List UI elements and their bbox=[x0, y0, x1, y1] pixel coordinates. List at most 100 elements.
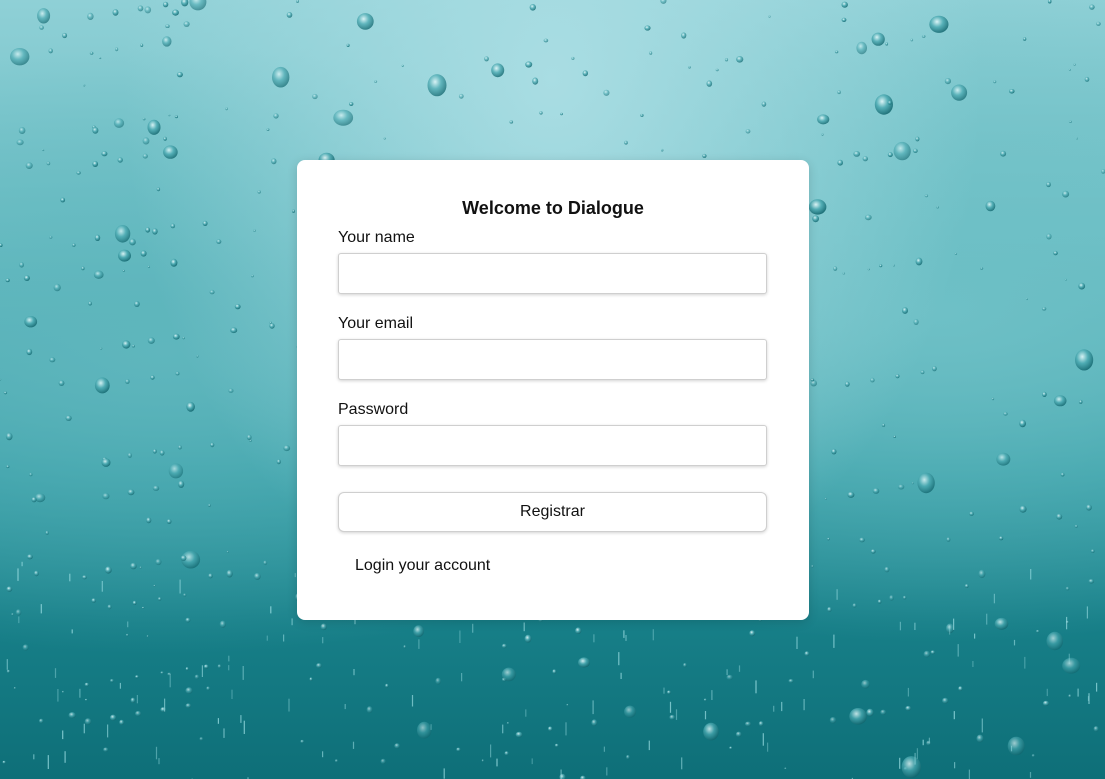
water-drop bbox=[715, 68, 719, 72]
water-drop bbox=[189, 0, 207, 11]
water-drop bbox=[39, 25, 44, 30]
water-drop bbox=[951, 84, 968, 101]
water-drop bbox=[504, 751, 509, 756]
water-drop bbox=[168, 114, 171, 117]
water-drop bbox=[172, 9, 179, 16]
water-drop bbox=[413, 625, 424, 638]
water-drop bbox=[137, 5, 144, 12]
water-drop bbox=[145, 227, 151, 233]
water-drop bbox=[135, 710, 142, 717]
water-drop bbox=[142, 153, 148, 159]
password-label: Password bbox=[338, 401, 409, 418]
water-drop bbox=[87, 12, 94, 20]
water-drop bbox=[1084, 76, 1090, 82]
water-drop bbox=[1003, 411, 1008, 416]
water-drop bbox=[877, 599, 882, 604]
water-drop bbox=[140, 250, 147, 257]
water-drop bbox=[102, 492, 110, 500]
water-drop bbox=[99, 57, 102, 60]
water-drop bbox=[915, 257, 923, 266]
water-drop bbox=[253, 229, 256, 232]
water-drop bbox=[435, 677, 442, 685]
water-drop bbox=[45, 530, 49, 535]
water-drop bbox=[575, 627, 582, 634]
water-drop bbox=[870, 549, 876, 554]
water-drop bbox=[122, 269, 126, 272]
water-drop bbox=[130, 562, 137, 570]
water-drop bbox=[269, 323, 275, 329]
water-drop bbox=[162, 1, 169, 8]
water-drop bbox=[162, 36, 172, 47]
water-drop bbox=[976, 734, 984, 743]
water-drop bbox=[334, 759, 338, 763]
water-drop bbox=[548, 726, 553, 732]
water-drop bbox=[1078, 282, 1086, 290]
water-drop bbox=[1041, 307, 1047, 311]
water-drop bbox=[784, 767, 787, 770]
water-drop bbox=[880, 709, 887, 715]
water-drop bbox=[194, 674, 200, 680]
water-drop bbox=[93, 270, 104, 279]
water-drop bbox=[147, 119, 161, 135]
water-drop bbox=[226, 569, 233, 578]
water-drop bbox=[208, 504, 211, 507]
water-drop bbox=[84, 718, 92, 725]
password-input[interactable] bbox=[338, 425, 767, 466]
water-drop bbox=[88, 301, 92, 306]
water-drop bbox=[53, 283, 61, 292]
name-label: Your name bbox=[338, 229, 415, 246]
register-button[interactable]: Registrar bbox=[338, 492, 767, 532]
water-drop bbox=[374, 80, 378, 83]
water-drop bbox=[276, 459, 281, 465]
water-drop bbox=[827, 607, 832, 612]
water-drop bbox=[856, 41, 867, 55]
water-drop bbox=[1089, 4, 1095, 10]
water-drop bbox=[913, 319, 919, 325]
water-drop bbox=[385, 683, 389, 688]
water-drop bbox=[515, 731, 523, 738]
water-drop bbox=[16, 139, 24, 146]
water-drop bbox=[661, 148, 664, 152]
login-account-link[interactable]: Login your account bbox=[355, 556, 490, 576]
water-drop bbox=[866, 708, 874, 717]
water-drop bbox=[225, 107, 228, 111]
water-drop bbox=[1074, 524, 1078, 528]
water-drop bbox=[49, 357, 56, 363]
water-drop bbox=[985, 200, 996, 212]
water-drop bbox=[1060, 472, 1065, 477]
water-drop bbox=[892, 264, 895, 267]
water-drop bbox=[81, 266, 85, 271]
register-card: Welcome to Dialogue Your name Your email… bbox=[297, 160, 809, 620]
water-drop bbox=[185, 703, 191, 708]
water-drop bbox=[272, 66, 290, 88]
water-drop bbox=[688, 66, 691, 69]
water-drop bbox=[26, 348, 33, 356]
water-drop bbox=[978, 569, 986, 579]
water-drop bbox=[1007, 736, 1025, 756]
water-drop bbox=[529, 4, 536, 11]
water-drop bbox=[859, 537, 865, 543]
water-drop bbox=[506, 722, 510, 725]
water-drop bbox=[283, 445, 291, 452]
water-drop bbox=[936, 206, 939, 209]
water-drop bbox=[58, 380, 65, 386]
water-drop bbox=[1093, 726, 1099, 732]
water-drop bbox=[84, 682, 89, 687]
water-drop bbox=[203, 664, 209, 669]
water-drop bbox=[849, 708, 867, 725]
water-drop bbox=[49, 235, 53, 239]
water-drop bbox=[15, 609, 22, 616]
water-drop bbox=[847, 491, 855, 498]
water-drop bbox=[210, 442, 215, 448]
water-drop bbox=[114, 225, 131, 243]
water-drop bbox=[841, 1, 848, 8]
water-drop bbox=[150, 375, 155, 380]
water-drop bbox=[61, 690, 65, 694]
water-drop bbox=[84, 698, 88, 701]
water-drop bbox=[1042, 700, 1050, 706]
water-drop bbox=[62, 32, 68, 39]
name-input[interactable] bbox=[338, 253, 767, 294]
water-drop bbox=[879, 264, 883, 268]
email-input[interactable] bbox=[338, 339, 767, 380]
water-drop bbox=[768, 15, 771, 18]
